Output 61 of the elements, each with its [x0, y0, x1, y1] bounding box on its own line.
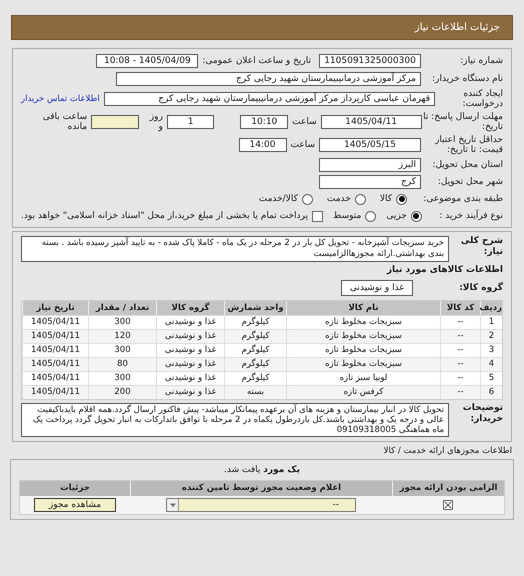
- field-label: شماره نیاز:: [459, 56, 503, 66]
- select-value: --: [332, 499, 340, 511]
- column-header: جزئیات: [59, 482, 91, 495]
- field-label: مهلت ارسال پاسخ: تا تاریخ:: [422, 112, 503, 132]
- text-field[interactable]: 1: [166, 115, 214, 129]
- table-cell: --: [440, 386, 480, 399]
- radio-button[interactable]: [354, 194, 366, 204]
- field-label: حداقل تاریخ اعتبار قیمت: تا تاریخ:: [434, 135, 503, 155]
- dropdown-icon: [167, 499, 179, 511]
- field-label: روز و: [148, 112, 163, 132]
- result-count: یک مورد یافت شد.: [224, 465, 300, 476]
- field-label: گروه کالا:: [458, 283, 503, 293]
- text-field[interactable]: کرج: [319, 175, 421, 189]
- text-field[interactable]: البرز: [319, 158, 421, 172]
- field-label: طبقه بندی موضوعی:: [422, 194, 503, 204]
- contact-link[interactable]: اطلاعات تماس خریدار: [21, 92, 100, 106]
- field-label: تاریخ و ساعت اعلان عمومی:: [202, 56, 311, 66]
- view-permit-button[interactable]: مشاهده مجوز: [34, 498, 116, 512]
- section-heading: اطلاعات کالاهای مورد نیاز: [386, 265, 503, 276]
- radio-button[interactable]: [302, 194, 313, 204]
- field-label: شهر محل تحویل:: [436, 177, 503, 187]
- field-label: استان محل تحویل:: [431, 160, 503, 170]
- table-cell: بسته: [224, 386, 286, 399]
- table-cell: 200: [88, 386, 156, 399]
- table-cell: غذا و نوشیدنی: [156, 386, 224, 399]
- text-field[interactable]: 14:00: [238, 138, 286, 152]
- field-label: کالا: [380, 194, 392, 204]
- field-label: پرداخت تمام یا بخشی از مبلغ خرید،از محل "اسناد خزانه اسلامی" خواهد بود.: [21, 211, 308, 221]
- field-label: ایجاد کننده درخواست:: [462, 89, 503, 109]
- radio-button[interactable]: [410, 210, 422, 222]
- permits-heading: اطلاعات مجوزهای ارائه خدمت / کالا: [382, 446, 512, 456]
- description-label: شرح کلی نیاز:: [460, 236, 503, 258]
- field-label: کالا/خدمت: [258, 194, 298, 204]
- table-cell: 6: [480, 386, 502, 399]
- notes-box: تحویل کالا در انبار بیمارستان و هزینه های آن برعهده پیمانکار میباشد- پیش فاکتور ارسال گردد.همه اقلام بایدباکیفیت عالی و درجه یک و بهداشتی باشند.کل باردرطول یکماه در 2 مرحله با توافق باتدارکات به انبار تحویل گردد پرداخت یک ماه هماهنگی 09109318005: [21, 403, 449, 437]
- notes-label: توضیحات خریدار:: [462, 403, 503, 425]
- status-select[interactable]: --: [166, 498, 356, 512]
- text-field[interactable]: قهرمان عباسی کارپرداز مرکز آموزشی درمانیبیمارستان شهید رجایی کرج: [104, 92, 435, 106]
- field-label: خدمت: [326, 194, 351, 204]
- checkbox[interactable]: [312, 210, 324, 222]
- description-box: خرید سبزیجات آشپزخانه - تحویل کل بار در 2 مرحله در یک ماه - کاملا پاک شده - به تایید آشپز رسیده باشد . بسته بندی بهداشتی.ارائه مجوزهاالزامیست: [21, 236, 449, 262]
- table-cell: 1405/04/11: [22, 386, 88, 399]
- page-title: جزئیات اطلاعات نیاز: [414, 21, 500, 35]
- field-label: متوسط: [333, 211, 362, 221]
- field-label: ساعت: [290, 140, 315, 150]
- text-field[interactable]: 10:10: [240, 115, 288, 129]
- field-label: ساعت: [292, 117, 317, 127]
- text-field[interactable]: 1405/05/15: [319, 138, 421, 152]
- field-label: نام دستگاه خریدار:: [431, 74, 503, 84]
- radio-button[interactable]: [396, 194, 407, 204]
- remaining-field[interactable]: [91, 115, 139, 129]
- table-cell: کرفس تازه: [286, 386, 440, 399]
- text-field[interactable]: 1405/04/09 - 10:08: [96, 54, 198, 68]
- field-label: ساعت باقی مانده: [42, 112, 88, 132]
- field-label: جزیی: [386, 211, 407, 221]
- goods-group-field[interactable]: غذا و نوشیدنی: [340, 280, 413, 296]
- field-label: نوع فرآیند خرید :: [438, 211, 503, 221]
- text-field[interactable]: 1105091325000300: [319, 54, 421, 68]
- text-field[interactable]: مرکز آموزشی درمانیبیمارستان شهید رجایی کرج: [116, 72, 421, 86]
- text-field[interactable]: 1405/04/11: [320, 115, 422, 129]
- radio-button[interactable]: [365, 210, 376, 222]
